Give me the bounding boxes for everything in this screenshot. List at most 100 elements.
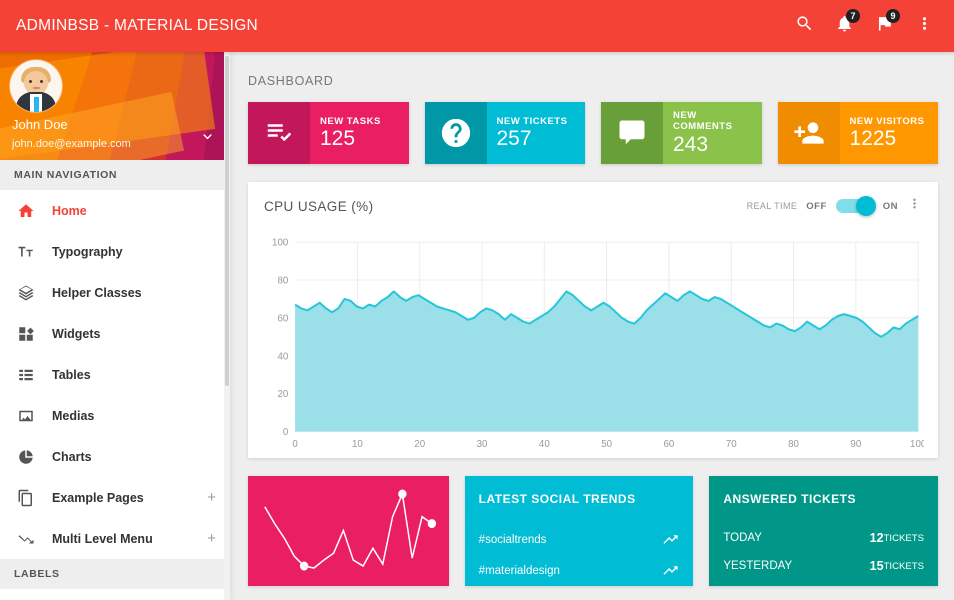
sidebar-item-widgets[interactable]: Widgets bbox=[0, 313, 230, 354]
bottom-widgets-row: LATEST SOCIAL TRENDS #socialtrends #mate… bbox=[248, 476, 939, 586]
widget-title: LATEST SOCIAL TRENDS bbox=[478, 492, 636, 506]
layers-icon bbox=[14, 284, 38, 302]
topbar-actions: 7 9 bbox=[786, 8, 954, 44]
overflow-menu-button[interactable] bbox=[906, 8, 942, 44]
comment-icon bbox=[601, 102, 663, 164]
stat-card-value: 243 bbox=[673, 133, 709, 157]
sidebar-item-typography[interactable]: Typography bbox=[0, 231, 230, 272]
sidebar-item-medias[interactable]: Medias bbox=[0, 395, 230, 436]
typography-icon bbox=[14, 243, 38, 261]
user-info-panel: John Doe john.doe@example.com bbox=[0, 52, 230, 160]
toggle-off-label: OFF bbox=[806, 200, 827, 212]
widget-sparkline[interactable] bbox=[248, 476, 449, 586]
stat-card-new-tasks[interactable]: NEW TASKS 125 bbox=[248, 102, 409, 164]
main-content: DASHBOARD NEW TASKS 125 NEW TICKETS 257 bbox=[230, 52, 954, 600]
sidebar-item-label: Typography bbox=[52, 244, 123, 259]
sidebar-item-label: Example Pages bbox=[52, 490, 144, 505]
account-add-icon bbox=[777, 102, 840, 164]
sidebar-item-tables[interactable]: Tables bbox=[0, 354, 230, 395]
social-trend-label: #materialdesign bbox=[478, 564, 560, 577]
social-trend-label: #socialtrends bbox=[478, 533, 547, 546]
svg-text:50: 50 bbox=[601, 439, 612, 450]
svg-text:0: 0 bbox=[283, 427, 289, 438]
sidebar-label-important[interactable]: Important bbox=[0, 589, 230, 600]
widget-answered-tickets: ANSWERED TICKETS TODAY 12 TICKETS YESTER… bbox=[709, 476, 939, 586]
page-title: DASHBOARD bbox=[248, 74, 334, 88]
avatar[interactable] bbox=[10, 60, 62, 112]
trending-up-icon bbox=[662, 562, 679, 579]
notifications-button[interactable]: 7 bbox=[826, 8, 862, 44]
home-icon bbox=[14, 202, 38, 220]
sidebar-item-label: Medias bbox=[52, 408, 95, 423]
tasks-badge: 9 bbox=[886, 9, 900, 23]
top-app-bar: ADMINBSB - MATERIAL DESIGN 7 9 bbox=[0, 0, 954, 52]
pie-chart-icon bbox=[14, 448, 38, 466]
sidebar-item-multi-level-menu[interactable]: Multi Level Menu + bbox=[0, 518, 230, 559]
toggle-knob bbox=[855, 196, 876, 216]
widget-title: ANSWERED TICKETS bbox=[723, 492, 857, 506]
social-trend-item[interactable]: #materialdesign bbox=[479, 555, 680, 586]
sidebar: John Doe john.doe@example.com MAIN NAVIG… bbox=[0, 52, 230, 600]
line-chart-icon bbox=[264, 489, 437, 571]
chevron-down-icon bbox=[199, 132, 216, 149]
widgets-icon bbox=[14, 325, 38, 343]
sidebar-item-helper-classes[interactable]: Helper Classes bbox=[0, 272, 230, 313]
sidebar-item-home[interactable]: Home bbox=[0, 190, 230, 231]
sidebar-scrollbar[interactable] bbox=[224, 52, 230, 600]
ticket-unit: TICKETS bbox=[883, 532, 925, 544]
svg-text:60: 60 bbox=[277, 313, 288, 324]
cpu-chart[interactable]: 0 20 40 60 80 100 0 10 20 30 40 50 60 70 80 90 100 bbox=[248, 228, 938, 458]
svg-text:10: 10 bbox=[352, 439, 363, 450]
svg-text:80: 80 bbox=[788, 439, 799, 450]
stat-card-value: 125 bbox=[320, 127, 356, 151]
stat-card-label: NEW COMMENTS bbox=[673, 109, 733, 133]
svg-text:100: 100 bbox=[910, 439, 924, 450]
svg-text:40: 40 bbox=[539, 439, 550, 450]
social-trend-item[interactable]: #socialtrends bbox=[479, 524, 680, 555]
sidebar-item-example-pages[interactable]: Example Pages + bbox=[0, 477, 230, 518]
app-brand-title: ADMINBSB - MATERIAL DESIGN bbox=[16, 17, 259, 34]
svg-text:0: 0 bbox=[292, 439, 298, 450]
stat-card-new-comments[interactable]: NEW COMMENTS 243 bbox=[601, 102, 762, 164]
cpu-usage-panel: CPU USAGE (%) REAL TIME OFF ON 0 20 40 60 80… bbox=[248, 182, 938, 458]
user-name: John Doe bbox=[12, 117, 68, 132]
cpu-panel-tools: REAL TIME OFF ON bbox=[747, 196, 922, 216]
nav-section-header-main: MAIN NAVIGATION bbox=[0, 160, 230, 190]
realtime-toggle[interactable] bbox=[835, 196, 876, 216]
stat-card-label: NEW VISITORS bbox=[849, 115, 925, 127]
stat-card-label: NEW TASKS bbox=[320, 115, 381, 127]
stat-card-value: 257 bbox=[496, 127, 532, 151]
help-circle-icon bbox=[424, 102, 487, 164]
search-icon bbox=[795, 14, 814, 38]
sidebar-item-charts[interactable]: Charts bbox=[0, 436, 230, 477]
search-button[interactable] bbox=[786, 8, 822, 44]
sidebar-item-label: Helper Classes bbox=[52, 285, 142, 300]
user-menu-toggle[interactable] bbox=[199, 128, 216, 150]
user-email: john.doe@example.com bbox=[12, 138, 131, 150]
tasks-button[interactable]: 9 bbox=[866, 8, 902, 44]
svg-text:20: 20 bbox=[277, 389, 288, 400]
svg-text:30: 30 bbox=[477, 439, 488, 450]
pages-icon bbox=[14, 489, 38, 507]
sidebar-item-label: Widgets bbox=[52, 326, 101, 341]
expand-toggle[interactable]: + bbox=[207, 490, 216, 505]
widget-social-trends: LATEST SOCIAL TRENDS #socialtrends #mate… bbox=[464, 476, 694, 586]
cpu-panel-overflow-button[interactable] bbox=[907, 196, 922, 216]
more-vertical-icon bbox=[915, 14, 934, 38]
more-vertical-icon bbox=[907, 196, 922, 216]
stat-card-value: 1225 bbox=[849, 127, 897, 151]
table-icon bbox=[14, 366, 38, 384]
stat-card-new-tickets[interactable]: NEW TICKETS 257 bbox=[424, 102, 585, 164]
trending-down-icon bbox=[14, 530, 38, 548]
sidebar-item-label: Tables bbox=[52, 367, 91, 382]
stat-card-new-visitors[interactable]: NEW VISITORS 1225 bbox=[777, 102, 938, 164]
expand-toggle[interactable]: + bbox=[207, 531, 216, 546]
sidebar-scrollbar-thumb[interactable] bbox=[225, 56, 229, 386]
nav-list: Home Typography Helper Classes Widgets T bbox=[0, 190, 230, 559]
svg-text:90: 90 bbox=[850, 439, 861, 450]
sidebar-item-label: Multi Level Menu bbox=[52, 531, 153, 546]
svg-text:20: 20 bbox=[414, 439, 425, 450]
ticket-period-label: YESTERDAY bbox=[723, 560, 793, 572]
toggle-on-label: ON bbox=[882, 200, 898, 212]
ticket-period-label: TODAY bbox=[723, 532, 762, 544]
